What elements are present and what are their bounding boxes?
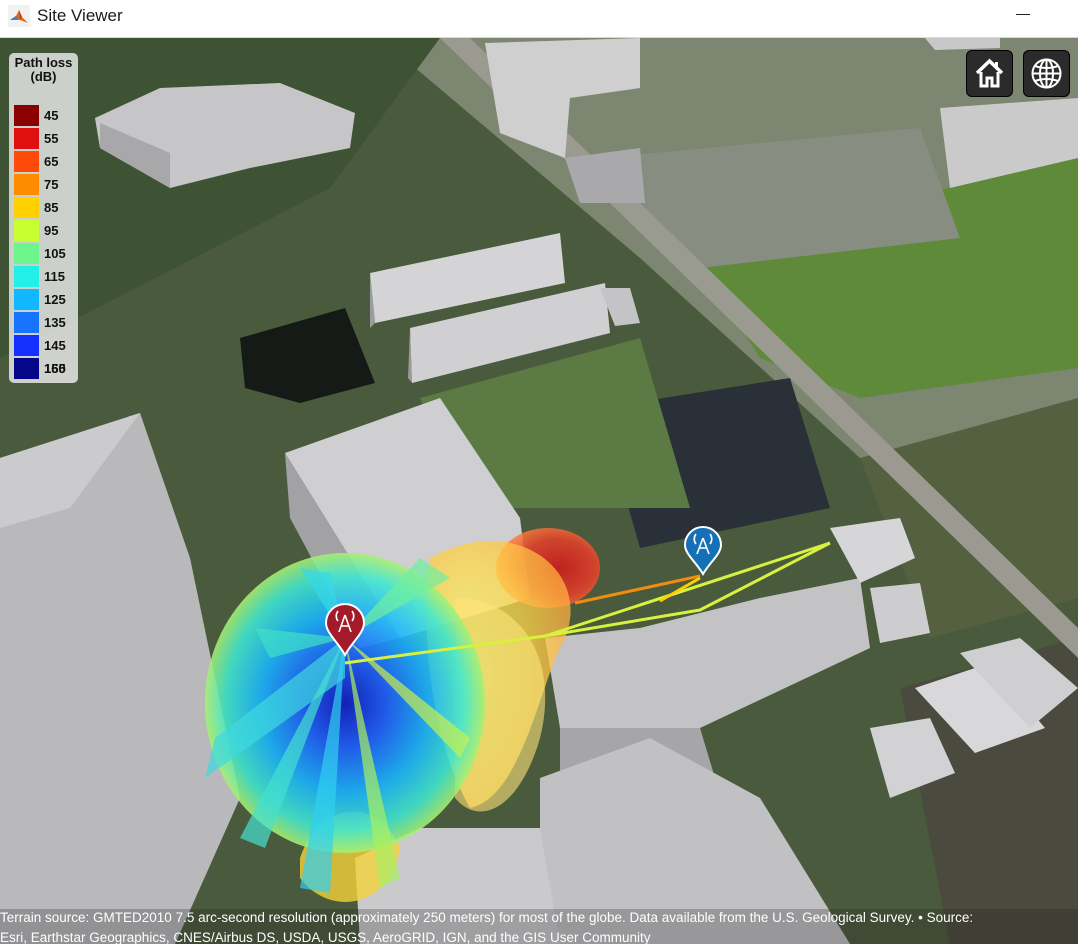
- legend-title: Path loss (dB): [14, 55, 73, 84]
- legend-item: 75: [14, 174, 78, 196]
- legend-swatch: [14, 243, 39, 264]
- map-attribution: Terrain source: GMTED2010 7.5 arc-second…: [0, 909, 1078, 944]
- minimize-button[interactable]: [1000, 0, 1046, 36]
- legend-item: 95: [14, 220, 78, 242]
- legend-swatch: [14, 105, 39, 126]
- legend-label: 135: [44, 315, 66, 330]
- path-loss-legend: Path loss (dB) 45 55 65 75 85 95 105 115…: [9, 53, 78, 383]
- legend-swatch: [14, 151, 39, 172]
- matlab-icon: [8, 5, 30, 27]
- legend-item: 125: [14, 289, 78, 311]
- legend-item: 45: [14, 105, 78, 127]
- legend-swatch: [14, 358, 39, 379]
- legend-label: 160: [44, 361, 66, 376]
- legend-swatch: [14, 266, 39, 287]
- window-title: Site Viewer: [37, 6, 123, 25]
- legend-label: 45: [44, 108, 59, 123]
- legend-item: 145: [14, 335, 78, 357]
- home-icon: [975, 58, 1004, 88]
- legend-label: 125: [44, 292, 66, 307]
- legend-item: 85: [14, 197, 78, 219]
- legend-label: 115: [44, 269, 65, 284]
- legend-item: 135: [14, 312, 78, 334]
- legend-swatch: [14, 197, 39, 218]
- legend-item: 105: [14, 243, 78, 265]
- attribution-line-2: Esri, Earthstar Geographics, CNES/Airbus…: [0, 930, 651, 944]
- legend-label: 85: [44, 200, 59, 215]
- attribution-line-1: Terrain source: GMTED2010 7.5 arc-second…: [0, 910, 974, 925]
- globe-view-button[interactable]: [1023, 50, 1070, 97]
- legend-swatch: [14, 312, 39, 333]
- legend-item: 115: [14, 266, 78, 288]
- legend-label: 145: [44, 338, 66, 353]
- legend-label: 55: [44, 131, 59, 146]
- legend-swatch: [14, 335, 39, 356]
- legend-swatch: [14, 128, 39, 149]
- legend-label: 65: [44, 154, 59, 169]
- globe-icon: [1031, 58, 1062, 89]
- satellite-3d-scene[interactable]: [0, 38, 1078, 944]
- title-bar: Site Viewer: [0, 0, 1078, 38]
- legend-swatch: [14, 289, 39, 310]
- legend-swatch: [14, 220, 39, 241]
- map-viewer[interactable]: Path loss (dB) 45 55 65 75 85 95 105 115…: [0, 38, 1078, 944]
- legend-label: 95: [44, 223, 59, 238]
- legend-swatch: [14, 174, 39, 195]
- legend-item: 55: [14, 128, 78, 150]
- legend-item: 160: [14, 358, 78, 380]
- legend-label: 75: [44, 177, 59, 192]
- legend-item: 65: [14, 151, 78, 173]
- home-button[interactable]: [966, 50, 1013, 97]
- legend-label: 105: [44, 246, 66, 261]
- minimize-icon: [1016, 14, 1030, 15]
